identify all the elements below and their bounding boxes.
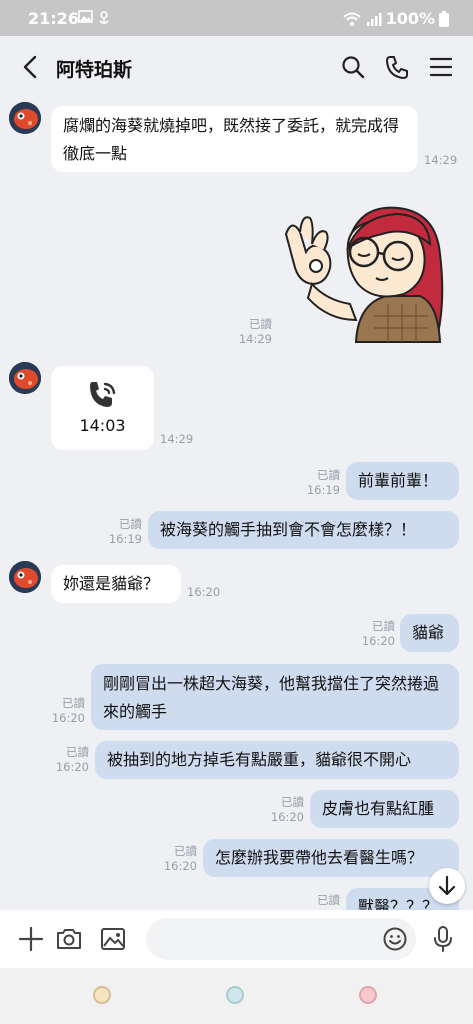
message-time: 16:19 [306,483,340,497]
read-receipt: 已讀 [174,844,197,858]
battery-percent: 100% [385,9,435,28]
battery-icon [439,10,449,27]
girl-ok-sticker-icon [284,206,444,343]
read-receipt: 已讀 [62,696,85,710]
message-time: 16:20 [270,810,304,824]
notification-icons [78,9,118,29]
message-time: 16:20 [51,711,85,725]
recent-apps-button[interactable] [93,986,111,1004]
message-bubble-incoming[interactable]: 腐爛的海葵就燒掉吧，既然接了委託，就完成得徹底一點 [51,106,418,172]
message-meta: 14:29 [160,432,193,447]
contact-name: 阿特珀斯 [56,59,133,81]
status-right: 100% [342,9,449,28]
gallery-icon [78,10,109,24]
message-bubble-outgoing[interactable]: 怎麼辦我要帶他去看醫生嗎？ [203,839,459,877]
message-bubble-outgoing[interactable]: 前輩前輩！ [346,462,459,500]
message-time: 16:20 [55,760,89,774]
arrow-down-icon [438,875,456,896]
scroll-to-bottom-button[interactable] [429,868,465,904]
contact-avatar[interactable] [9,102,41,134]
voice-call-card[interactable]: 14:03 [51,366,154,450]
message-bubble-outgoing[interactable]: 剛剛冒出一株超大海葵，他幫我擋住了突然捲過來的觸手 [91,664,459,730]
read-receipt: 已讀 [249,317,272,331]
contact-avatar[interactable] [9,561,41,593]
status-bar: 21:26 100% [0,0,473,36]
read-receipt: 已讀 [281,795,304,809]
emoji-icon[interactable] [382,926,408,952]
microphone-icon[interactable] [428,924,458,954]
message-meta: 已讀 16:20 [260,795,304,825]
message-time: 16:20 [361,634,395,648]
wifi-icon [342,12,361,26]
camera-icon[interactable] [54,924,84,954]
message-meta: 14:29 [424,153,457,168]
chat-header: 阿特珀斯 [0,36,473,98]
status-time: 21:26 [28,9,79,28]
read-receipt: 已讀 [372,619,395,633]
message-bubble-incoming[interactable]: 妳還是貓爺？ [51,565,181,603]
octopus-avatar-icon [9,362,41,394]
message-meta: 已讀 16:20 [41,696,85,726]
read-receipt: 已讀 [66,745,89,759]
message-bubble-outgoing[interactable]: 被抽到的地方掉毛有點嚴重，貓爺很不開心 [95,741,459,779]
system-navigation-bar [0,968,473,1024]
read-receipt: 已讀 [317,468,340,482]
chat-messages[interactable]: 腐爛的海葵就燒掉吧，既然接了委託，就完成得徹底一點 14:29 已讀 14:29 [0,98,473,910]
contact-avatar[interactable] [9,362,41,394]
message-meta: 已讀 16:20 [351,619,395,649]
back-arrow-icon[interactable] [18,52,44,82]
message-meta: 16:20 [187,585,220,600]
message-meta: 已讀 16:19 [98,517,142,547]
message-bubble-outgoing[interactable]: 貓爺 [400,614,459,652]
search-icon[interactable] [340,54,366,80]
message-meta: 已讀 [296,893,340,908]
phone-call-icon[interactable] [384,54,410,80]
message-time: 14:29 [238,332,272,346]
signal-icon [366,12,382,26]
image-icon[interactable] [98,924,128,954]
octopus-avatar-icon [9,102,41,134]
message-meta: 已讀 16:19 [296,468,340,498]
message-time: 16:20 [163,859,197,873]
call-duration: 14:03 [79,416,126,435]
message-input-bar [0,910,473,968]
message-time: 16:19 [108,532,142,546]
message-time: 16:20 [187,585,221,599]
octopus-avatar-icon [9,561,41,593]
message-input[interactable] [146,918,416,960]
sticker-message[interactable] [278,204,456,344]
message-bubble-outgoing[interactable]: 皮膚也有點紅腫 [310,790,459,828]
read-receipt: 已讀 [119,517,142,531]
message-bubble-outgoing[interactable]: 被海葵的觸手抽到會不會怎麼樣？！ [148,511,459,549]
message-time: 14:29 [160,432,194,446]
message-time: 14:29 [424,153,458,167]
phone-call-icon [90,382,116,407]
message-meta: 已讀 16:20 [45,745,89,775]
back-button[interactable] [359,986,377,1004]
home-button[interactable] [226,986,244,1004]
plus-icon[interactable] [16,924,46,954]
message-meta: 已讀 14:29 [230,317,272,347]
message-meta: 已讀 16:20 [153,844,197,874]
read-receipt: 已讀 [317,893,340,907]
menu-icon[interactable] [428,54,454,80]
